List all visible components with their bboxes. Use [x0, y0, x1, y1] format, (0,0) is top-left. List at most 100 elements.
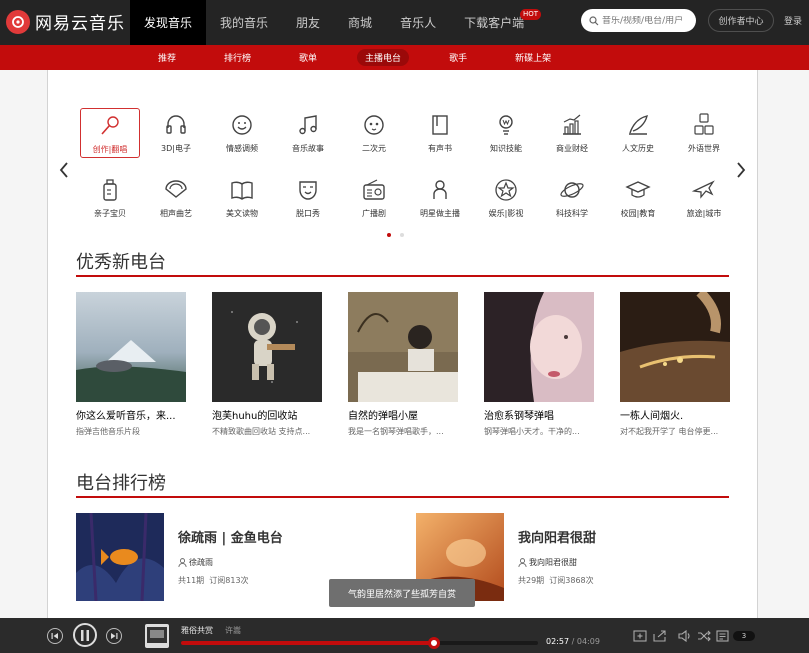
ranking-author[interactable]: 徐疏雨: [178, 557, 213, 568]
nav-label: 音乐人: [400, 16, 437, 30]
pause-icon: [81, 629, 89, 641]
main-nav: 发现音乐 我的音乐 朋友 商城 音乐人 下载客户端 HOT: [130, 0, 542, 45]
radio-card[interactable]: 一栋人间烟火. 对不起我开学了 电台停更...: [620, 292, 730, 437]
category-label: 广播剧: [362, 209, 386, 218]
category-item[interactable]: 明星做主播: [410, 173, 470, 223]
chart-icon: [563, 114, 581, 135]
progress-knob[interactable]: [428, 637, 441, 649]
category-item[interactable]: 科技科学: [542, 173, 602, 223]
category-item[interactable]: 亲子宝贝: [80, 173, 140, 223]
radio-name[interactable]: 一栋人间烟火.: [620, 407, 730, 422]
radio-cover-image[interactable]: [76, 292, 186, 402]
nav-mall[interactable]: 商城: [334, 0, 386, 45]
category-item[interactable]: 校园|教育: [608, 173, 668, 223]
subnav-new-albums[interactable]: 新碟上架: [507, 49, 559, 66]
ranking-item[interactable]: 徐疏雨 | 金鱼电台 徐疏雨 共11期 订阅813次: [76, 513, 366, 601]
ranking-title[interactable]: 徐疏雨 | 金鱼电台: [178, 527, 283, 546]
ranking-author-name: 徐疏雨: [189, 558, 213, 567]
volume-icon[interactable]: [678, 630, 692, 642]
radio-desc: 我是一名钢琴弹唱歌手，...: [348, 427, 444, 436]
chevron-left-icon: [59, 162, 68, 178]
category-item[interactable]: 旅途|城市: [674, 173, 734, 223]
artist-name[interactable]: 许嵩: [225, 625, 241, 636]
radio-cover-image[interactable]: [484, 292, 594, 402]
category-item[interactable]: 知识技能: [476, 108, 536, 158]
radio-cover-image[interactable]: [212, 292, 322, 402]
radio-cover-image[interactable]: [348, 292, 458, 402]
microphone-icon: [101, 116, 119, 135]
radio-name[interactable]: 你这么爱听音乐，来...: [76, 407, 186, 422]
radio-card[interactable]: 治愈系钢琴弹唱 钢琴弹唱小天才。干净的...: [484, 292, 594, 437]
category-item[interactable]: 外语世界: [674, 108, 734, 158]
radio-cover-image[interactable]: [620, 292, 730, 402]
radio-name[interactable]: 治愈系钢琴弹唱: [484, 407, 594, 422]
nav-my-music[interactable]: 我的音乐: [206, 0, 282, 45]
category-label: 3D|电子: [161, 144, 191, 153]
song-title[interactable]: 雅俗共赏: [181, 625, 213, 636]
category-item[interactable]: 相声曲艺: [146, 173, 206, 223]
logo[interactable]: 网易云音乐: [6, 9, 125, 34]
subnav-radio[interactable]: 主播电台: [357, 49, 410, 66]
subnav-recommend[interactable]: 推荐: [150, 49, 184, 66]
smiley-icon: [232, 115, 252, 135]
radio-desc: 对不起我开学了 电台停更...: [620, 427, 719, 436]
radio-card[interactable]: 自然的弹唱小屋 我是一名钢琴弹唱歌手，...: [348, 292, 458, 437]
nav-friends[interactable]: 朋友: [282, 0, 334, 45]
category-item[interactable]: 人文历史: [608, 108, 668, 158]
nav-label: 下载客户端: [464, 16, 525, 30]
person-icon: [433, 180, 447, 199]
radio-card[interactable]: 泡芙huhu的回收站 不精致歌曲回收站 支持点...: [212, 292, 322, 437]
ranking-episodes: 共11期: [178, 576, 205, 585]
category-item[interactable]: 有声书: [410, 108, 470, 158]
chevron-right-icon: [737, 162, 746, 178]
add-to-playlist-icon[interactable]: [633, 630, 647, 642]
subnav-charts[interactable]: 排行榜: [216, 49, 259, 66]
category-item[interactable]: 美文读物: [212, 173, 272, 223]
shuffle-icon[interactable]: [697, 630, 711, 642]
ranking-title[interactable]: 我向阳君很甜: [518, 527, 596, 546]
category-next-arrow[interactable]: [736, 162, 746, 183]
nav-download-client[interactable]: 下载客户端 HOT: [450, 0, 542, 45]
playlist-icon[interactable]: [716, 630, 730, 642]
share-icon[interactable]: [653, 630, 667, 642]
category-item[interactable]: 广播剧: [344, 173, 404, 223]
radio-card[interactable]: 你这么爱听音乐，来... 指弹吉他音乐片段: [76, 292, 186, 437]
nav-discover[interactable]: 发现音乐: [130, 0, 207, 45]
progress-track[interactable]: [181, 637, 538, 649]
radio-name[interactable]: 自然的弹唱小屋: [348, 407, 458, 422]
category-prev-arrow[interactable]: [59, 162, 69, 183]
nav-musician[interactable]: 音乐人: [386, 0, 450, 45]
search-box[interactable]: [581, 9, 696, 32]
now-playing-cover[interactable]: [145, 624, 169, 648]
carousel-dot[interactable]: [387, 233, 391, 237]
open-book-icon: [231, 181, 253, 200]
category-item[interactable]: 商业财经: [542, 108, 602, 158]
subnav-artists[interactable]: 歌手: [441, 49, 475, 66]
next-button[interactable]: [106, 628, 122, 644]
playlist-count[interactable]: 3: [733, 631, 755, 641]
nav-label: 发现音乐: [144, 16, 193, 30]
category-item[interactable]: 音乐故事: [278, 108, 338, 158]
category-item[interactable]: 创作|翻唱: [80, 108, 140, 158]
planet-icon: [560, 182, 584, 198]
star-icon: [495, 179, 517, 201]
category-item[interactable]: 二次元: [344, 108, 404, 158]
pause-button[interactable]: [73, 623, 97, 647]
mask-icon: [299, 181, 317, 200]
search-input[interactable]: [602, 15, 692, 26]
category-item[interactable]: 娱乐|影视: [476, 173, 536, 223]
radio-desc: 指弹吉他音乐片段: [76, 427, 140, 436]
category-item[interactable]: 脱口秀: [278, 173, 338, 223]
radio-name[interactable]: 泡芙huhu的回收站: [212, 407, 322, 422]
category-item[interactable]: 情感调频: [212, 108, 272, 158]
login-link[interactable]: 登录: [784, 14, 802, 27]
subnav-playlists[interactable]: 歌单: [291, 49, 325, 66]
ranking-author[interactable]: 我向阳君很甜: [518, 557, 577, 568]
category-label: 人文历史: [622, 144, 654, 153]
radio-icon: [363, 179, 385, 200]
carousel-dot[interactable]: [400, 233, 404, 237]
creator-center-button[interactable]: 创作者中心: [708, 9, 774, 32]
category-item[interactable]: 3D|电子: [146, 108, 206, 158]
previous-button[interactable]: [47, 628, 63, 644]
ranking-cover-image[interactable]: [76, 513, 164, 601]
